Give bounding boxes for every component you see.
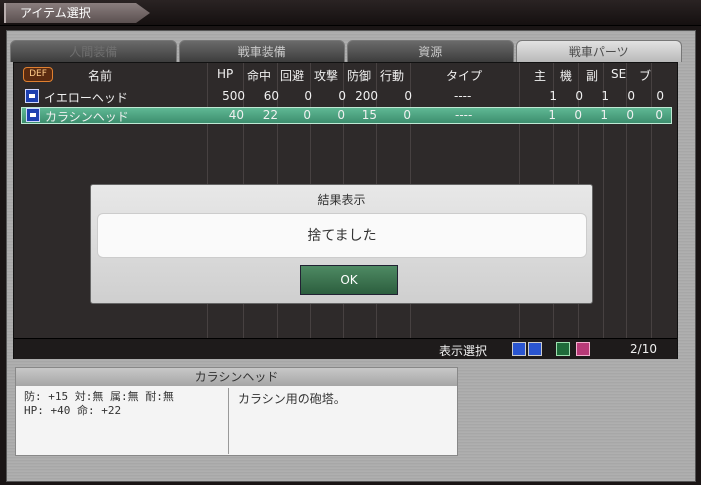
header-hp[interactable]: HP: [217, 67, 233, 81]
display-select-label: 表示選択: [439, 344, 488, 358]
item-name: カラシンヘッド: [45, 110, 129, 124]
item-bu: 0: [656, 89, 664, 103]
item-hit: 22: [262, 108, 278, 122]
header-se[interactable]: SE: [611, 67, 626, 81]
header-main[interactable]: 主: [534, 67, 546, 84]
header-sub[interactable]: 副: [586, 67, 598, 84]
page-indicator: 2/10: [630, 342, 657, 356]
item-attack: 0: [338, 89, 346, 103]
item-type: ----: [454, 89, 472, 103]
header-attack[interactable]: 攻撃: [314, 67, 338, 84]
header-evade[interactable]: 回避: [280, 67, 304, 84]
list-header: DEF 名前 HP 命中 回避 攻撃 防御 行動 タイプ 主 機 副 SE ブ: [14, 67, 677, 85]
header-type[interactable]: タイプ: [446, 67, 482, 84]
list-footer: 表示選択 2/10: [14, 338, 677, 359]
item-defense: 15: [361, 108, 377, 122]
item-machine: 0: [574, 108, 582, 122]
equip-icon[interactable]: [576, 342, 590, 356]
dialog-message: 捨てました: [307, 228, 377, 244]
item-type: ----: [455, 108, 473, 122]
def-badge[interactable]: DEF: [23, 67, 53, 82]
item-action: 0: [403, 108, 411, 122]
item-defense: 200: [355, 89, 378, 103]
info-stats-line1: 防: +15 対:無 属:無 耐:無: [24, 390, 174, 403]
header-bu[interactable]: ブ: [639, 67, 651, 84]
item-machine: 0: [575, 89, 583, 103]
info-stats: 防: +15 対:無 属:無 耐:無 HP: +40 命: +22: [24, 390, 224, 418]
header-hit[interactable]: 命中: [247, 67, 271, 84]
list-item[interactable]: イエローヘッド 500 60 0 0 200 0 ---- 1 0 1 0 0: [21, 89, 672, 106]
item-name: イエローヘッド: [44, 91, 128, 105]
item-hp: 40: [228, 108, 244, 122]
item-evade: 0: [304, 89, 312, 103]
result-dialog: 結果表示 捨てました OK: [90, 184, 593, 304]
item-main: 1: [548, 108, 556, 122]
category-tabs: 人間装備 戦車装備 資源 戦車パーツ: [10, 40, 682, 62]
tab-tank-equipment[interactable]: 戦車装備: [178, 40, 345, 62]
item-info-panel: カラシンヘッド 防: +15 対:無 属:無 耐:無 HP: +40 命: +2…: [15, 367, 458, 456]
header-machine[interactable]: 機: [560, 67, 572, 84]
dialog-message-box: 捨てました: [97, 213, 587, 258]
list-item-selected[interactable]: カラシンヘッド 40 22 0 0 15 0 ---- 1 0 1 0 0: [21, 107, 672, 124]
ok-button[interactable]: OK: [300, 265, 398, 295]
tab-human-equipment[interactable]: 人間装備: [10, 40, 177, 62]
item-se: 0: [627, 89, 635, 103]
item-se: 0: [626, 108, 634, 122]
dialog-title: 結果表示: [317, 193, 366, 207]
on-toggle-icon[interactable]: [556, 342, 570, 356]
info-stats-line2: HP: +40 命: +22: [24, 404, 122, 417]
item-evade: 0: [303, 108, 311, 122]
tab-resources[interactable]: 資源: [347, 40, 514, 62]
tank-icon[interactable]: [512, 342, 526, 356]
item-action: 0: [404, 89, 412, 103]
tank-part-icon: [26, 108, 40, 122]
info-divider: [228, 388, 229, 454]
header-defense[interactable]: 防御: [347, 67, 371, 84]
title-bar: アイテム選択: [0, 0, 701, 26]
tank-part-icon: [25, 89, 39, 103]
item-bu: 0: [655, 108, 663, 122]
header-action[interactable]: 行動: [380, 67, 404, 84]
info-description: カラシン用の砲塔。: [238, 392, 346, 406]
item-hp: 500: [222, 89, 245, 103]
item-main: 1: [549, 89, 557, 103]
item-hit: 60: [263, 89, 279, 103]
item-sub: 1: [600, 108, 608, 122]
window-title: アイテム選択: [4, 3, 150, 23]
item-attack: 0: [337, 108, 345, 122]
ammo-icon[interactable]: [528, 342, 542, 356]
info-title: カラシンヘッド: [16, 368, 457, 386]
tab-tank-parts[interactable]: 戦車パーツ: [515, 40, 682, 62]
header-name[interactable]: 名前: [88, 67, 112, 84]
item-sub: 1: [601, 89, 609, 103]
